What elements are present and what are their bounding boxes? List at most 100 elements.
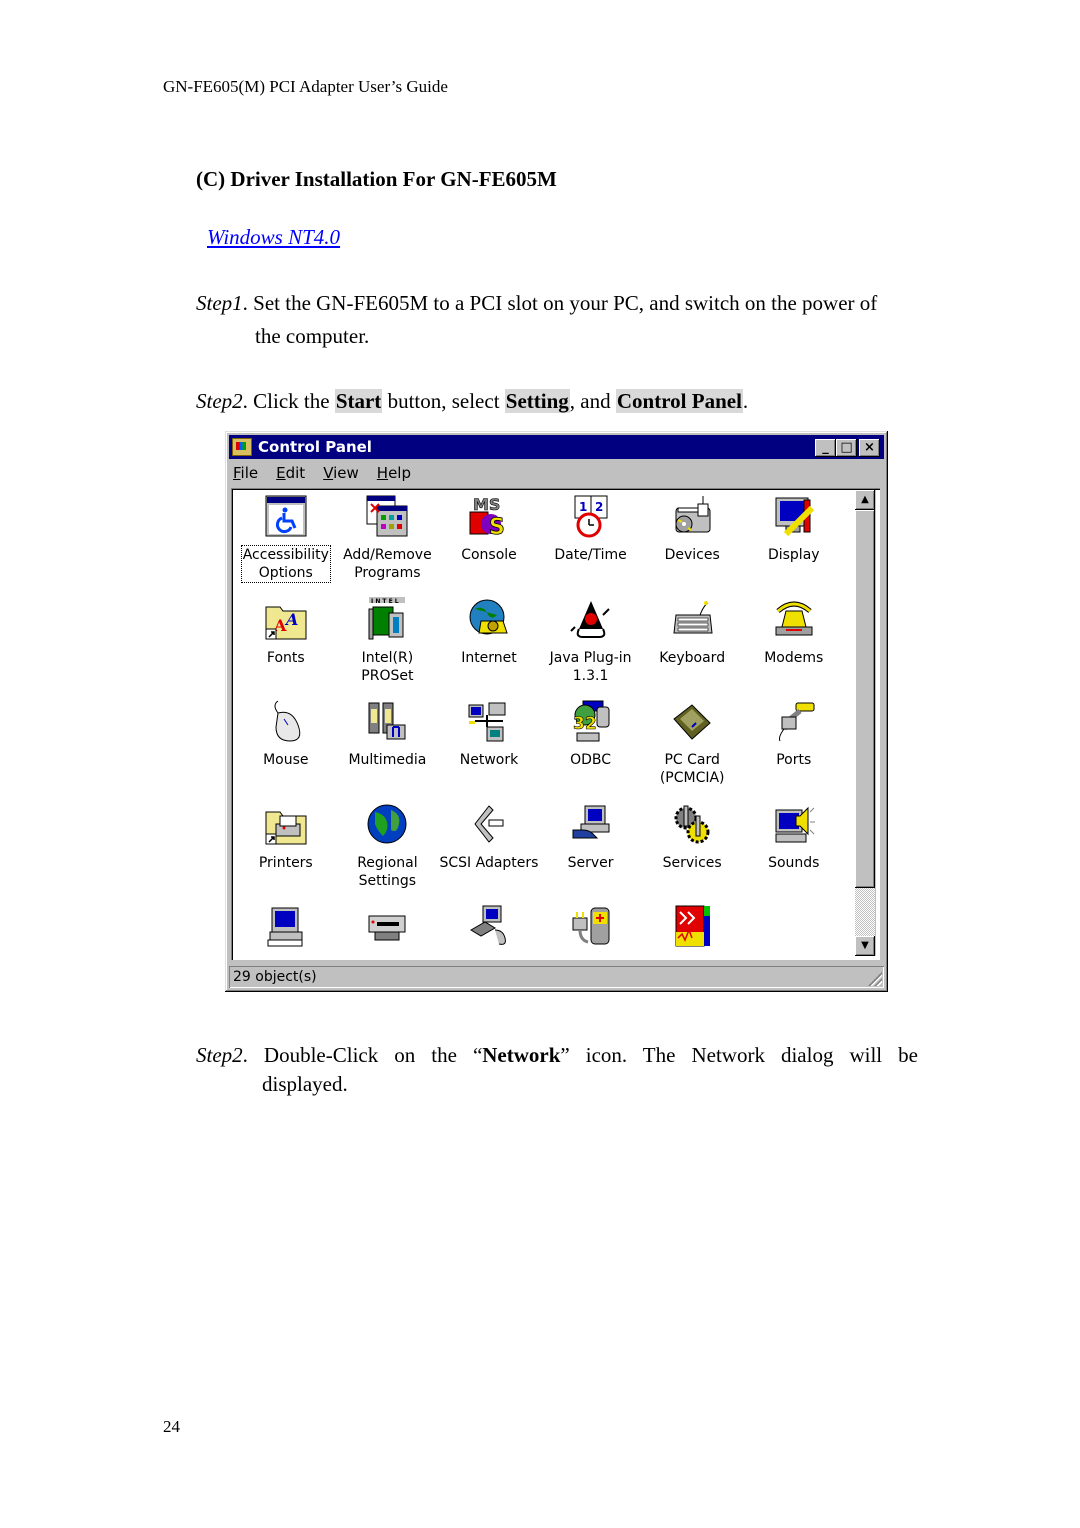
document-header: GN-FE605(M) PCI Adapter User’s Guide — [163, 77, 448, 96]
title-bar[interactable]: Control Panel _ □ × — [229, 435, 884, 459]
minimize-button[interactable]: _ — [815, 439, 836, 457]
item-label: Devices — [664, 547, 720, 563]
menu-accel: H — [376, 464, 389, 482]
control-panel-item[interactable]: Printers — [235, 798, 337, 901]
start-highlight: Start — [334, 389, 383, 413]
scsi-adapters-icon — [467, 802, 511, 846]
menu-label: elp — [388, 464, 411, 482]
control-panel-item[interactable]: I N T E L Intel(R) PROSet — [337, 593, 439, 696]
control-panel-item[interactable]: 1 2 Date/Time — [540, 490, 642, 593]
section-title: (C) Driver Installation For GN-FE605M — [196, 167, 557, 191]
step2-text: ” icon. The Network dialog will be — [560, 1043, 918, 1067]
control-panel-item[interactable]: PC Card (PCMCIA) — [641, 695, 743, 798]
item-label: Fonts — [266, 649, 305, 666]
control-panel-item[interactable] — [641, 900, 743, 960]
close-button[interactable]: × — [859, 439, 880, 457]
item-label: Console — [461, 547, 517, 563]
control-panel-item[interactable]: A A Fonts — [235, 593, 337, 696]
control-panel-item[interactable]: Mouse — [235, 695, 337, 798]
ports-icon — [772, 699, 816, 743]
control-panel-item[interactable] — [235, 900, 337, 960]
control-panel-item[interactable]: Services — [641, 798, 743, 901]
control-panel-item[interactable]: Ports — [743, 695, 845, 798]
item-label: Keyboard — [659, 649, 726, 666]
item-label: Mouse — [263, 752, 309, 768]
scroll-up-button[interactable]: ▲ — [855, 490, 875, 510]
scroll-down-button[interactable]: ▼ — [855, 936, 875, 956]
tape-devices-icon — [365, 904, 409, 948]
vertical-scrollbar[interactable]: ▲ ▼ — [855, 490, 876, 956]
step2-label: Step2 — [196, 389, 243, 413]
item-label: Java Plug-in 1.3.1 — [549, 649, 632, 684]
multimedia-icon — [365, 699, 409, 743]
control-panel-item[interactable] — [540, 900, 642, 960]
item-label: Services — [662, 854, 722, 871]
control-panel-item[interactable]: SCSI Adapters — [438, 798, 540, 901]
status-bar: 29 object(s) — [229, 966, 884, 988]
scroll-thumb[interactable] — [855, 510, 875, 888]
control-panel-item[interactable]: 32 ODBC — [540, 695, 642, 798]
window-title: Control Panel — [258, 438, 372, 456]
display-icon — [772, 494, 816, 538]
control-panel-item[interactable]: Devices — [641, 490, 743, 593]
item-label: Printers — [258, 854, 313, 871]
maximize-button[interactable]: □ — [836, 439, 857, 457]
control-panel-item[interactable]: Accessibility Options — [235, 490, 337, 593]
add-remove-programs-icon — [365, 494, 409, 538]
svg-text:S: S — [489, 515, 505, 538]
services-icon — [670, 802, 714, 846]
odbc-icon: 32 — [569, 699, 613, 743]
control-panel-item[interactable]: Display — [743, 490, 845, 593]
scroll-track[interactable] — [855, 888, 875, 936]
menu-view[interactable]: View — [321, 464, 361, 482]
control-panel-item[interactable] — [438, 900, 540, 960]
resize-grip[interactable] — [868, 972, 882, 986]
network-bold: Network — [482, 1043, 561, 1067]
keyboard-icon — [670, 597, 714, 641]
menu-help[interactable]: Help — [375, 464, 413, 482]
control-panel-item[interactable]: MS S Console — [438, 490, 540, 593]
telephony-icon — [467, 904, 511, 948]
status-text: 29 object(s) — [229, 966, 884, 988]
menu-accel: V — [323, 464, 334, 482]
control-panel-item[interactable] — [337, 900, 439, 960]
control-panel-item[interactable]: Internet — [438, 593, 540, 696]
pc-card-icon — [670, 699, 714, 743]
control-panel-item[interactable]: Java Plug-in 1.3.1 — [540, 593, 642, 696]
svg-text:32: 32 — [573, 714, 597, 734]
step2-network-cont: displayed. — [262, 1072, 348, 1096]
control-panel-highlight: Control Panel — [615, 389, 743, 413]
devices-icon — [670, 494, 714, 538]
control-panel-item[interactable]: Add/Remove Programs — [337, 490, 439, 593]
control-panel-item[interactable]: Modems — [743, 593, 845, 696]
windows-nt-link[interactable]: Windows NT4.0 — [207, 225, 340, 250]
svg-text:2: 2 — [595, 500, 603, 514]
control-panel-item[interactable]: Server — [540, 798, 642, 901]
item-label: Internet — [461, 649, 517, 666]
page-number: 24 — [163, 1417, 180, 1436]
step1-label: Step1 — [196, 291, 243, 315]
step2-network-paragraph: Step2. Double-Click on the “Network” ico… — [196, 1039, 918, 1072]
menu-edit[interactable]: Edit — [274, 464, 307, 482]
svg-text:MS: MS — [473, 495, 500, 514]
control-panel-item[interactable]: Regional Settings — [337, 798, 439, 901]
control-panel-item[interactable]: Multimedia — [337, 695, 439, 798]
fonts-icon: AA — [264, 597, 308, 641]
step2-text: . Double-Click on the “ — [242, 1043, 483, 1067]
menu-label: ile — [240, 464, 259, 482]
menu-accel: F — [233, 464, 241, 482]
item-label: Intel(R) PROSet — [361, 649, 414, 684]
menu-accel: E — [276, 464, 286, 482]
mouse-icon — [264, 699, 308, 743]
item-label: Multimedia — [348, 752, 427, 768]
app-icon — [670, 904, 714, 948]
control-panel-item[interactable]: Sounds — [743, 798, 845, 901]
control-panel-item[interactable]: Network — [438, 695, 540, 798]
item-label: Network — [459, 752, 519, 768]
item-label: ODBC — [570, 752, 612, 768]
control-panel-items: Accessibility Options Add/Remove Programs… — [235, 490, 845, 960]
modems-icon — [772, 597, 816, 641]
control-panel-item[interactable]: Keyboard — [641, 593, 743, 696]
item-label: Regional Settings — [357, 854, 418, 889]
menu-file[interactable]: File — [231, 464, 260, 482]
